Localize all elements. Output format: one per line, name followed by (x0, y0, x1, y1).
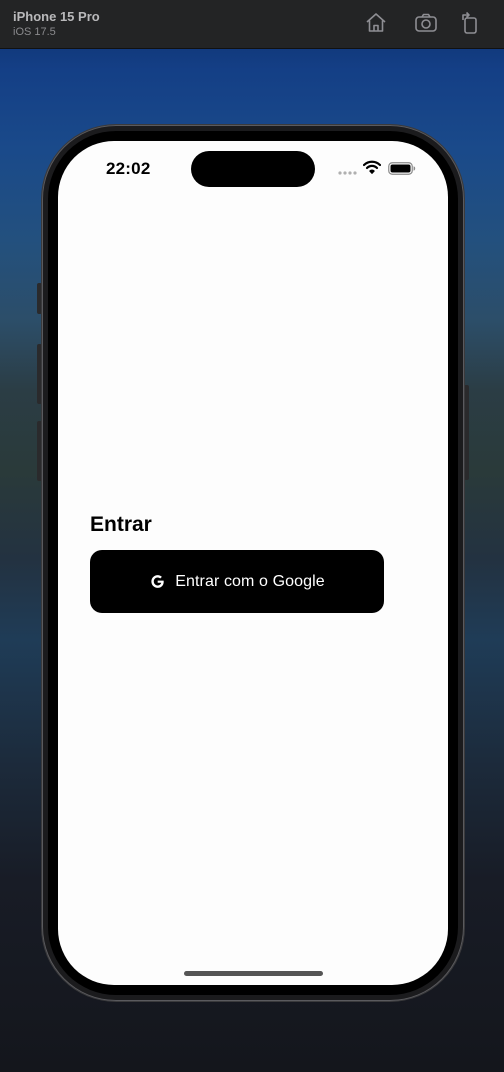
simulator-toolbar: iPhone 15 Pro iOS 17.5 (0, 0, 504, 49)
rotate-icon[interactable] (458, 10, 484, 36)
google-button-label: Entrar com o Google (175, 572, 325, 590)
wifi-icon (363, 160, 381, 174)
google-sign-in-button[interactable]: Entrar com o Google (90, 550, 384, 613)
screenshot-icon[interactable] (413, 10, 439, 36)
home-indicator[interactable] (184, 971, 323, 976)
simulator-os-version: iOS 17.5 (13, 26, 56, 38)
power-button (464, 385, 469, 480)
signal-dots-icon (338, 171, 357, 175)
status-time: 22:02 (106, 159, 151, 178)
home-icon[interactable] (363, 10, 389, 36)
phone-screen: 22:02 Entrar Entrar com o Google (58, 141, 448, 985)
battery-icon (388, 162, 416, 175)
google-g-icon (151, 575, 164, 588)
simulator-device-name: iPhone 15 Pro (13, 9, 100, 24)
page-title: Entrar (90, 513, 152, 536)
dynamic-island (191, 151, 315, 187)
